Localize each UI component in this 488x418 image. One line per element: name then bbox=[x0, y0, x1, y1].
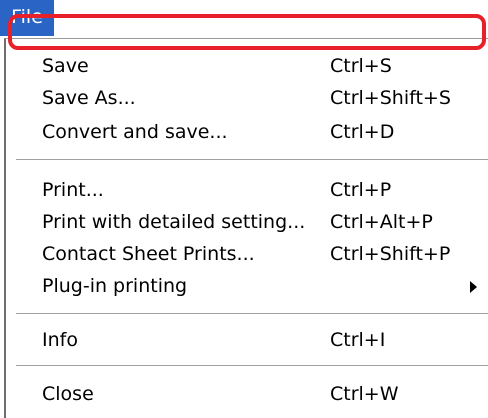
menu-item-label: Save bbox=[42, 55, 89, 77]
menu-item-shortcut: Ctrl+Alt+P bbox=[330, 211, 433, 233]
menu-item-label: Info bbox=[42, 329, 78, 351]
menu-separator bbox=[16, 159, 488, 161]
menu-item-label: Close bbox=[42, 383, 94, 405]
menu-item-label: Save As... bbox=[42, 87, 136, 109]
menu-item-shortcut: Ctrl+Shift+P bbox=[330, 243, 451, 265]
menu-item-print[interactable]: Print... Ctrl+P bbox=[6, 173, 488, 207]
menu-item-save-as[interactable]: Save As... Ctrl+Shift+S bbox=[6, 81, 488, 115]
menu-item-close[interactable]: Close Ctrl+W bbox=[6, 377, 488, 411]
menu-item-shortcut: Ctrl+P bbox=[330, 179, 392, 201]
menu-separator bbox=[16, 313, 488, 315]
menu-item-shortcut: Ctrl+D bbox=[330, 121, 395, 143]
menu-separator bbox=[16, 365, 488, 367]
menu-item-contact-sheet-prints[interactable]: Contact Sheet Prints... Ctrl+Shift+P bbox=[6, 237, 488, 271]
menu-item-label: Print... bbox=[42, 179, 104, 201]
menu-item-save[interactable]: Save Ctrl+S bbox=[6, 49, 488, 83]
menu-item-label: Plug-in printing bbox=[42, 275, 188, 297]
menu-item-label: Print with detailed setting... bbox=[42, 211, 306, 233]
menu-item-shortcut: Ctrl+I bbox=[330, 329, 386, 351]
menu-item-info[interactable]: Info Ctrl+I bbox=[6, 323, 488, 357]
file-menu-dropdown: Save Ctrl+S Save As... Ctrl+Shift+S Conv… bbox=[4, 38, 488, 418]
menu-item-plug-in-printing[interactable]: Plug-in printing bbox=[6, 269, 488, 303]
menu-item-shortcut: Ctrl+Shift+S bbox=[330, 87, 451, 109]
chevron-right-icon bbox=[470, 281, 477, 293]
menu-item-label: Convert and save... bbox=[42, 121, 228, 143]
menu-item-shortcut: Ctrl+S bbox=[330, 55, 392, 77]
menu-item-label: Contact Sheet Prints... bbox=[42, 243, 255, 265]
menu-item-print-detailed[interactable]: Print with detailed setting... Ctrl+Alt+… bbox=[6, 205, 488, 239]
save-highlight-outline bbox=[8, 14, 486, 50]
menu-item-convert-and-save[interactable]: Convert and save... Ctrl+D bbox=[6, 115, 488, 149]
menu-item-shortcut: Ctrl+W bbox=[330, 383, 399, 405]
